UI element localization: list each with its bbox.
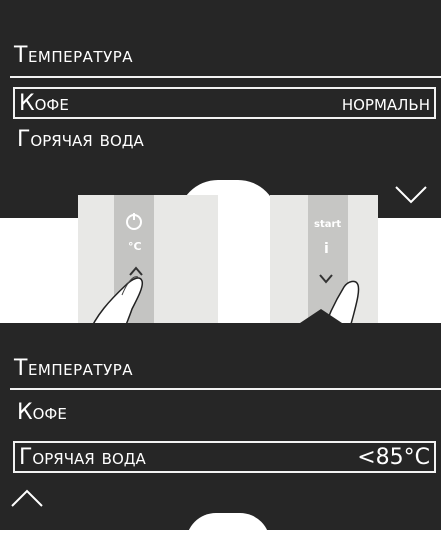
menu-item-coffee[interactable]: Кофе (13, 398, 436, 430)
arrow-notch (300, 309, 342, 323)
menu-item-hot-water[interactable]: Горячая вода (13, 125, 436, 157)
menu-title: Температура (14, 356, 134, 381)
menu-item-value: <85°C (357, 445, 430, 470)
menu-item-label: Кофе (17, 400, 67, 425)
start-label: start (314, 219, 342, 230)
menu-item-coffee[interactable]: Кофе нормальн (13, 87, 436, 119)
menu-item-label: Горячая вода (19, 445, 146, 470)
chevron-up-icon[interactable] (10, 488, 44, 508)
arrow-wedge (186, 513, 270, 543)
menu-item-hot-water[interactable]: Горячая вода <85°C (13, 441, 436, 473)
menu-item-label: Горячая вода (17, 127, 144, 152)
menu-item-label: Кофе (19, 91, 69, 116)
title-divider (10, 76, 441, 78)
title-divider (10, 388, 441, 390)
menu-item-value: нормальн (341, 91, 430, 116)
power-icon (126, 213, 142, 230)
info-label: i (324, 241, 329, 257)
menu-title: Температура (14, 43, 134, 68)
display-screen-1: Температура Кофе нормальн Горячая вода (0, 0, 441, 220)
display-screen-2: Температура Кофе Горячая вода <85°C (0, 309, 441, 543)
chevron-down-icon[interactable] (394, 185, 428, 205)
